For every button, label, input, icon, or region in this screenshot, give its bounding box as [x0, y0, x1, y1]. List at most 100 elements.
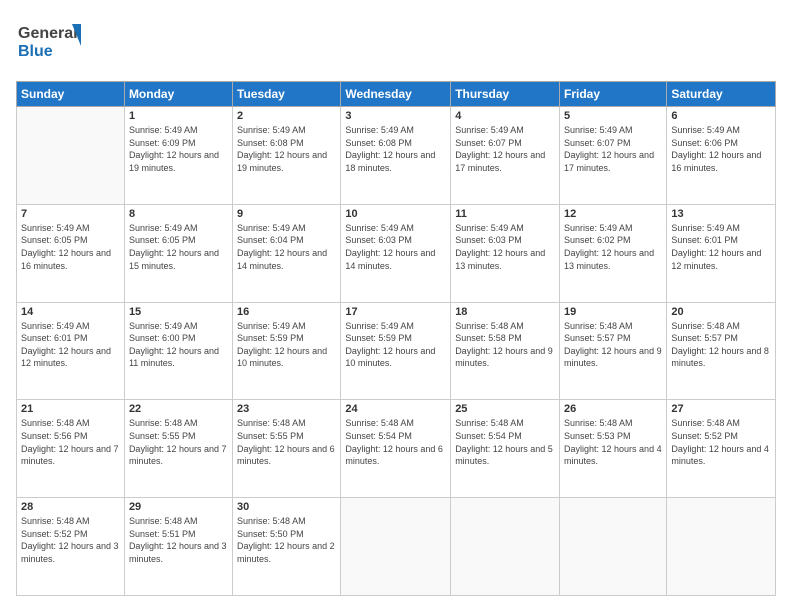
day-info: Sunrise: 5:48 AM Sunset: 5:50 PM Dayligh…: [237, 515, 336, 565]
day-cell: [341, 498, 451, 596]
day-info: Sunrise: 5:48 AM Sunset: 5:52 PM Dayligh…: [21, 515, 120, 565]
day-cell: [560, 498, 667, 596]
week-row-2: 14 Sunrise: 5:49 AM Sunset: 6:01 PM Dayli…: [17, 302, 776, 400]
day-cell: 27 Sunrise: 5:48 AM Sunset: 5:52 PM Dayli…: [667, 400, 776, 498]
day-cell: 5 Sunrise: 5:49 AM Sunset: 6:07 PM Daylig…: [560, 107, 667, 205]
day-number: 29: [129, 501, 228, 513]
day-cell: 11Sunrise: 5:49 AM Sunset: 6:03 PM Dayli…: [451, 204, 560, 302]
day-number: 18: [455, 306, 555, 318]
day-number: 30: [237, 501, 336, 513]
day-number: 5: [564, 110, 662, 122]
day-cell: 9 Sunrise: 5:49 AM Sunset: 6:04 PM Daylig…: [233, 204, 341, 302]
header: General Blue: [16, 16, 776, 71]
day-info: Sunrise: 5:49 AM Sunset: 6:09 PM Dayligh…: [129, 124, 228, 174]
day-info: Sunrise: 5:49 AM Sunset: 5:59 PM Dayligh…: [345, 320, 446, 370]
day-cell: 19 Sunrise: 5:48 AM Sunset: 5:57 PM Dayli…: [560, 302, 667, 400]
day-number: 14: [21, 306, 120, 318]
day-cell: 30 Sunrise: 5:48 AM Sunset: 5:50 PM Dayli…: [233, 498, 341, 596]
day-number: 26: [564, 403, 662, 415]
day-info: Sunrise: 5:49 AM Sunset: 6:03 PM Dayligh…: [455, 222, 555, 272]
day-info: Sunrise: 5:48 AM Sunset: 5:57 PM Dayligh…: [564, 320, 662, 370]
day-cell: 8 Sunrise: 5:49 AM Sunset: 6:05 PM Daylig…: [124, 204, 232, 302]
day-number: 23: [237, 403, 336, 415]
day-info: Sunrise: 5:49 AM Sunset: 6:04 PM Dayligh…: [237, 222, 336, 272]
day-info: Sunrise: 5:49 AM Sunset: 6:08 PM Dayligh…: [237, 124, 336, 174]
day-cell: [17, 107, 125, 205]
week-row-4: 28 Sunrise: 5:48 AM Sunset: 5:52 PM Dayli…: [17, 498, 776, 596]
logo-icon: General Blue: [16, 16, 86, 66]
calendar-table: SundayMondayTuesdayWednesdayThursdayFrid…: [16, 81, 776, 596]
day-number: 22: [129, 403, 228, 415]
day-info: Sunrise: 5:49 AM Sunset: 6:02 PM Dayligh…: [564, 222, 662, 272]
svg-text:Blue: Blue: [18, 43, 53, 60]
day-cell: 18 Sunrise: 5:48 AM Sunset: 5:58 PM Dayli…: [451, 302, 560, 400]
day-cell: 20 Sunrise: 5:48 AM Sunset: 5:57 PM Dayli…: [667, 302, 776, 400]
day-cell: 4Sunrise: 5:49 AM Sunset: 6:07 PM Daylig…: [451, 107, 560, 205]
day-number: 2: [237, 110, 336, 122]
col-header-sunday: Sunday: [17, 82, 125, 107]
day-number: 1: [129, 110, 228, 122]
day-info: Sunrise: 5:49 AM Sunset: 6:00 PM Dayligh…: [129, 320, 228, 370]
day-info: Sunrise: 5:48 AM Sunset: 5:55 PM Dayligh…: [237, 417, 336, 467]
day-info: Sunrise: 5:48 AM Sunset: 5:56 PM Dayligh…: [21, 417, 120, 467]
day-info: Sunrise: 5:48 AM Sunset: 5:51 PM Dayligh…: [129, 515, 228, 565]
day-cell: 14 Sunrise: 5:49 AM Sunset: 6:01 PM Dayli…: [17, 302, 125, 400]
day-cell: 13 Sunrise: 5:49 AM Sunset: 6:01 PM Dayli…: [667, 204, 776, 302]
day-number: 13: [671, 208, 771, 220]
day-cell: 1 Sunrise: 5:49 AM Sunset: 6:09 PM Daylig…: [124, 107, 232, 205]
day-number: 28: [21, 501, 120, 513]
day-info: Sunrise: 5:49 AM Sunset: 6:05 PM Dayligh…: [21, 222, 120, 272]
day-number: 12: [564, 208, 662, 220]
day-number: 9: [237, 208, 336, 220]
svg-text:General: General: [18, 25, 78, 42]
day-cell: 26 Sunrise: 5:48 AM Sunset: 5:53 PM Dayli…: [560, 400, 667, 498]
col-header-tuesday: Tuesday: [233, 82, 341, 107]
day-number: 3: [345, 110, 446, 122]
day-number: 6: [671, 110, 771, 122]
day-info: Sunrise: 5:48 AM Sunset: 5:58 PM Dayligh…: [455, 320, 555, 370]
day-cell: 15 Sunrise: 5:49 AM Sunset: 6:00 PM Dayli…: [124, 302, 232, 400]
day-cell: 3 Sunrise: 5:49 AM Sunset: 6:08 PM Daylig…: [341, 107, 451, 205]
day-cell: 2 Sunrise: 5:49 AM Sunset: 6:08 PM Daylig…: [233, 107, 341, 205]
day-cell: 25 Sunrise: 5:48 AM Sunset: 5:54 PM Dayli…: [451, 400, 560, 498]
day-info: Sunrise: 5:48 AM Sunset: 5:54 PM Dayligh…: [455, 417, 555, 467]
day-cell: 21Sunrise: 5:48 AM Sunset: 5:56 PM Dayli…: [17, 400, 125, 498]
day-number: 7: [21, 208, 120, 220]
day-cell: 6 Sunrise: 5:49 AM Sunset: 6:06 PM Daylig…: [667, 107, 776, 205]
day-info: Sunrise: 5:49 AM Sunset: 6:01 PM Dayligh…: [21, 320, 120, 370]
day-info: Sunrise: 5:48 AM Sunset: 5:57 PM Dayligh…: [671, 320, 771, 370]
day-number: 16: [237, 306, 336, 318]
day-cell: 28 Sunrise: 5:48 AM Sunset: 5:52 PM Dayli…: [17, 498, 125, 596]
day-cell: 7 Sunrise: 5:49 AM Sunset: 6:05 PM Daylig…: [17, 204, 125, 302]
day-info: Sunrise: 5:49 AM Sunset: 6:08 PM Dayligh…: [345, 124, 446, 174]
day-number: 8: [129, 208, 228, 220]
day-info: Sunrise: 5:49 AM Sunset: 6:01 PM Dayligh…: [671, 222, 771, 272]
week-row-1: 7 Sunrise: 5:49 AM Sunset: 6:05 PM Daylig…: [17, 204, 776, 302]
col-header-thursday: Thursday: [451, 82, 560, 107]
day-info: Sunrise: 5:48 AM Sunset: 5:54 PM Dayligh…: [345, 417, 446, 467]
col-header-saturday: Saturday: [667, 82, 776, 107]
page: General Blue SundayMondayTuesdayWednesda…: [0, 0, 792, 612]
day-info: Sunrise: 5:48 AM Sunset: 5:55 PM Dayligh…: [129, 417, 228, 467]
day-number: 20: [671, 306, 771, 318]
day-cell: 16 Sunrise: 5:49 AM Sunset: 5:59 PM Dayli…: [233, 302, 341, 400]
day-info: Sunrise: 5:49 AM Sunset: 6:06 PM Dayligh…: [671, 124, 771, 174]
day-info: Sunrise: 5:48 AM Sunset: 5:53 PM Dayligh…: [564, 417, 662, 467]
day-number: 4: [455, 110, 555, 122]
day-info: Sunrise: 5:49 AM Sunset: 5:59 PM Dayligh…: [237, 320, 336, 370]
day-info: Sunrise: 5:49 AM Sunset: 6:03 PM Dayligh…: [345, 222, 446, 272]
day-number: 15: [129, 306, 228, 318]
day-number: 25: [455, 403, 555, 415]
day-number: 19: [564, 306, 662, 318]
day-info: Sunrise: 5:49 AM Sunset: 6:05 PM Dayligh…: [129, 222, 228, 272]
day-cell: 23 Sunrise: 5:48 AM Sunset: 5:55 PM Dayli…: [233, 400, 341, 498]
day-cell: 12 Sunrise: 5:49 AM Sunset: 6:02 PM Dayli…: [560, 204, 667, 302]
day-info: Sunrise: 5:49 AM Sunset: 6:07 PM Dayligh…: [564, 124, 662, 174]
day-cell: 10 Sunrise: 5:49 AM Sunset: 6:03 PM Dayli…: [341, 204, 451, 302]
day-number: 10: [345, 208, 446, 220]
week-row-0: 1 Sunrise: 5:49 AM Sunset: 6:09 PM Daylig…: [17, 107, 776, 205]
day-number: 27: [671, 403, 771, 415]
col-header-monday: Monday: [124, 82, 232, 107]
day-cell: [667, 498, 776, 596]
day-info: Sunrise: 5:48 AM Sunset: 5:52 PM Dayligh…: [671, 417, 771, 467]
